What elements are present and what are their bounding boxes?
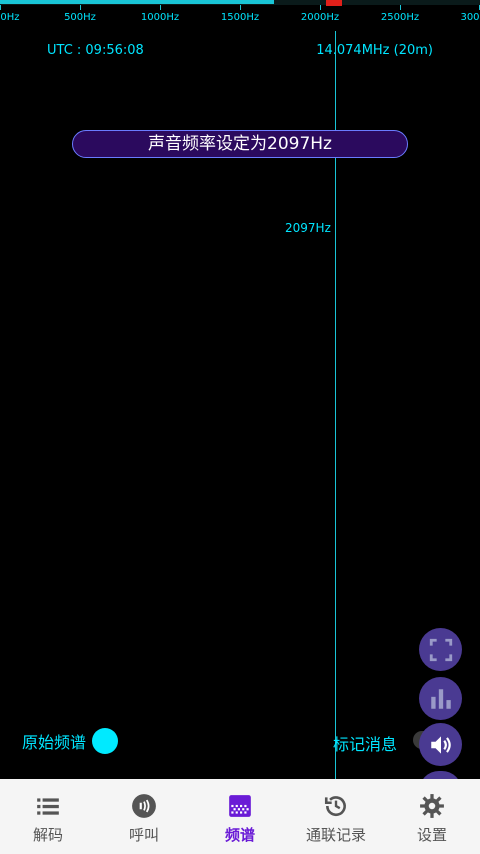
ruler-label: 1500Hz bbox=[220, 12, 260, 23]
frequency-ruler: 0Hz 500Hz 1000Hz 1500Hz 2000Hz 2500Hz 30… bbox=[0, 5, 480, 31]
ruler-label: 1000Hz bbox=[140, 12, 180, 23]
nav-label: 频谱 bbox=[224, 826, 255, 844]
progress-fill bbox=[0, 0, 274, 4]
ruler-tick bbox=[160, 5, 161, 10]
ruler-tick bbox=[400, 5, 401, 10]
bottom-navigation: 解码 呼叫 频谱 通联记录 设置 bbox=[0, 779, 480, 854]
raw-spectrum-toggle-group: 原始频谱 bbox=[22, 728, 119, 754]
call-icon bbox=[130, 792, 158, 820]
nav-label: 呼叫 bbox=[128, 826, 159, 844]
nav-item-call[interactable]: 呼叫 bbox=[96, 779, 192, 854]
mark-message-label: 标记消息 bbox=[333, 735, 398, 754]
fullscreen-icon bbox=[429, 638, 452, 661]
ruler-label: 2000Hz bbox=[300, 12, 340, 23]
list-icon bbox=[34, 792, 62, 820]
history-icon bbox=[322, 792, 350, 820]
ruler-tick bbox=[320, 5, 321, 10]
raw-spectrum-label: 原始频谱 bbox=[22, 733, 87, 752]
nav-item-settings[interactable]: 设置 bbox=[384, 779, 480, 854]
cursor-frequency-label: 2097Hz bbox=[285, 221, 331, 235]
ruler-label: 0Hz bbox=[0, 12, 20, 23]
ruler-tick bbox=[80, 5, 81, 10]
band-frequency: 14.074MHz (20m) bbox=[316, 43, 433, 58]
raw-spectrum-toggle[interactable] bbox=[92, 728, 119, 754]
fullscreen-button[interactable] bbox=[419, 628, 462, 671]
ruler-tick bbox=[240, 5, 241, 10]
ruler-label: 500Hz bbox=[64, 12, 96, 23]
nav-label: 解码 bbox=[32, 826, 63, 844]
ruler-label: 2500Hz bbox=[380, 12, 420, 23]
toast-message: 声音频率设定为2097Hz bbox=[72, 130, 408, 158]
nav-item-log[interactable]: 通联记录 bbox=[288, 779, 384, 854]
bar-chart-button[interactable] bbox=[419, 677, 462, 720]
nav-label: 设置 bbox=[416, 826, 447, 844]
nav-item-spectrum[interactable]: 频谱 bbox=[192, 779, 288, 854]
speaker-button[interactable] bbox=[419, 723, 462, 766]
nav-item-decode[interactable]: 解码 bbox=[0, 779, 96, 854]
gear-icon bbox=[418, 792, 446, 820]
spectrum-icon bbox=[226, 792, 254, 820]
utc-time: UTC : 09:56:08 bbox=[47, 43, 144, 58]
speaker-icon bbox=[430, 735, 451, 754]
ruler-label: 300 bbox=[460, 12, 480, 23]
ruler-tick bbox=[0, 5, 1, 10]
bar-chart-icon bbox=[430, 688, 451, 709]
nav-label: 通联记录 bbox=[305, 826, 366, 844]
